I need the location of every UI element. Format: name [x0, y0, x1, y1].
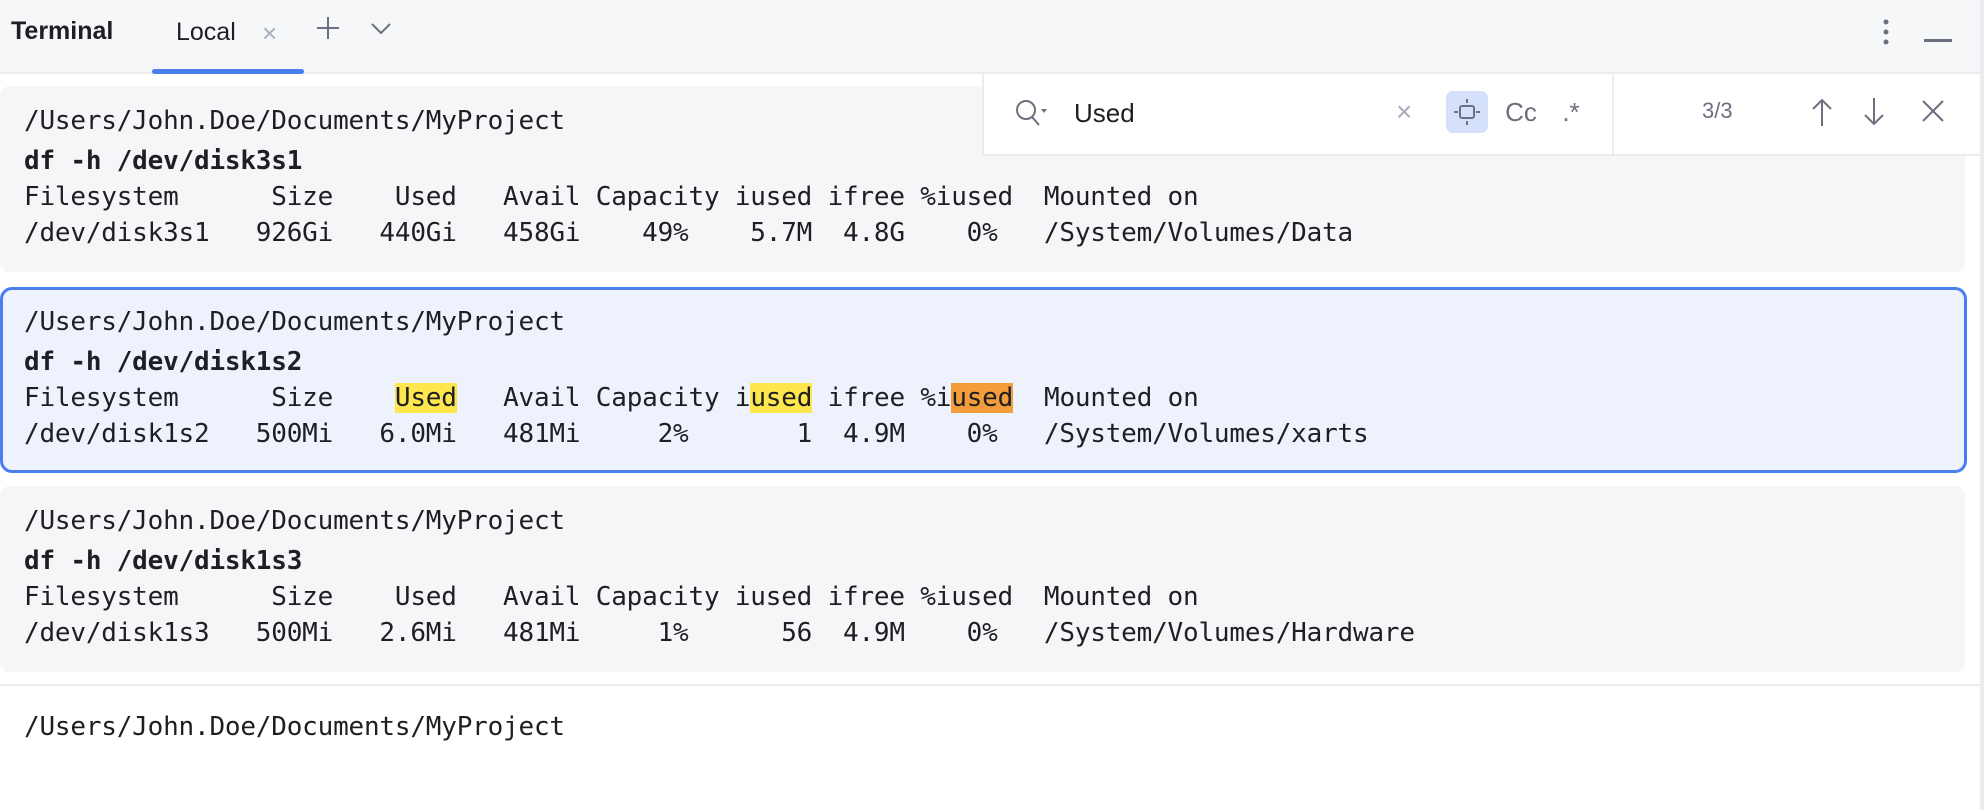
tab-local[interactable]: Local ×: [152, 0, 304, 74]
current-search-match: used: [951, 383, 1014, 413]
words-toggle[interactable]: [1446, 91, 1488, 133]
clear-search-icon[interactable]: ×: [1396, 96, 1412, 128]
text: Filesystem Size: [24, 383, 395, 413]
command-block[interactable]: /Users/John.Doe/Documents/MyProject df -…: [0, 486, 1965, 672]
prompt-divider: [0, 684, 1980, 686]
toolwindow-title: Terminal: [11, 17, 114, 45]
prompt-cwd: /Users/John.Doe/Documents/MyProject: [24, 712, 565, 742]
match-count: 3/3: [1702, 98, 1733, 123]
terminal-toolbar: Terminal Local ×: [0, 0, 1980, 74]
search-match: Used: [394, 383, 457, 413]
text: Mounted on: [1013, 383, 1199, 413]
plus-icon[interactable]: [314, 14, 342, 47]
regex-toggle[interactable]: .*: [1550, 91, 1592, 133]
text: Avail Capacity i: [456, 383, 751, 413]
block-cwd: /Users/John.Doe/Documents/MyProject: [24, 307, 565, 337]
chevron-down-icon[interactable]: [370, 22, 392, 41]
search-input[interactable]: [1074, 94, 1374, 132]
block-command: df -h /dev/disk1s3: [24, 546, 303, 576]
search-match: used: [750, 383, 813, 413]
block-command: df -h /dev/disk3s1: [24, 146, 303, 176]
close-icon[interactable]: ×: [262, 18, 277, 49]
more-vertical-icon[interactable]: [1880, 18, 1892, 53]
active-tab-indicator: [152, 69, 304, 74]
search-bar: × Cc .*: [982, 74, 1614, 156]
output-row: /dev/disk1s2 500Mi 6.0Mi 481Mi 2% 1 4.9M…: [24, 419, 1369, 449]
search-navigation: 3/3: [1612, 74, 1982, 156]
block-cwd: /Users/John.Doe/Documents/MyProject: [24, 506, 565, 536]
output-header: Filesystem Size Used Avail Capacity iuse…: [24, 182, 1199, 212]
next-match-icon[interactable]: [1862, 96, 1886, 133]
text: ifree %i: [812, 383, 952, 413]
tab-label: Local: [176, 18, 236, 46]
output-header: Filesystem Size Used Avail Capacity iuse…: [24, 383, 1199, 413]
block-command: df -h /dev/disk1s2: [24, 347, 303, 377]
block-cwd: /Users/John.Doe/Documents/MyProject: [24, 106, 565, 136]
search-history-icon[interactable]: [1014, 98, 1050, 135]
word-match-icon: [1454, 99, 1480, 125]
output-row: /dev/disk1s3 500Mi 2.6Mi 481Mi 1% 56 4.9…: [24, 618, 1415, 648]
close-search-icon[interactable]: [1920, 98, 1946, 129]
scrollbar-track[interactable]: [1980, 0, 1984, 810]
command-block-selected[interactable]: /Users/John.Doe/Documents/MyProject df -…: [0, 287, 1967, 473]
previous-match-icon[interactable]: [1810, 96, 1834, 133]
match-case-toggle[interactable]: Cc: [1500, 91, 1542, 133]
output-row: /dev/disk3s1 926Gi 440Gi 458Gi 49% 5.7M …: [24, 218, 1353, 248]
minimize-icon[interactable]: [1924, 30, 1952, 48]
output-header: Filesystem Size Used Avail Capacity iuse…: [24, 582, 1199, 612]
